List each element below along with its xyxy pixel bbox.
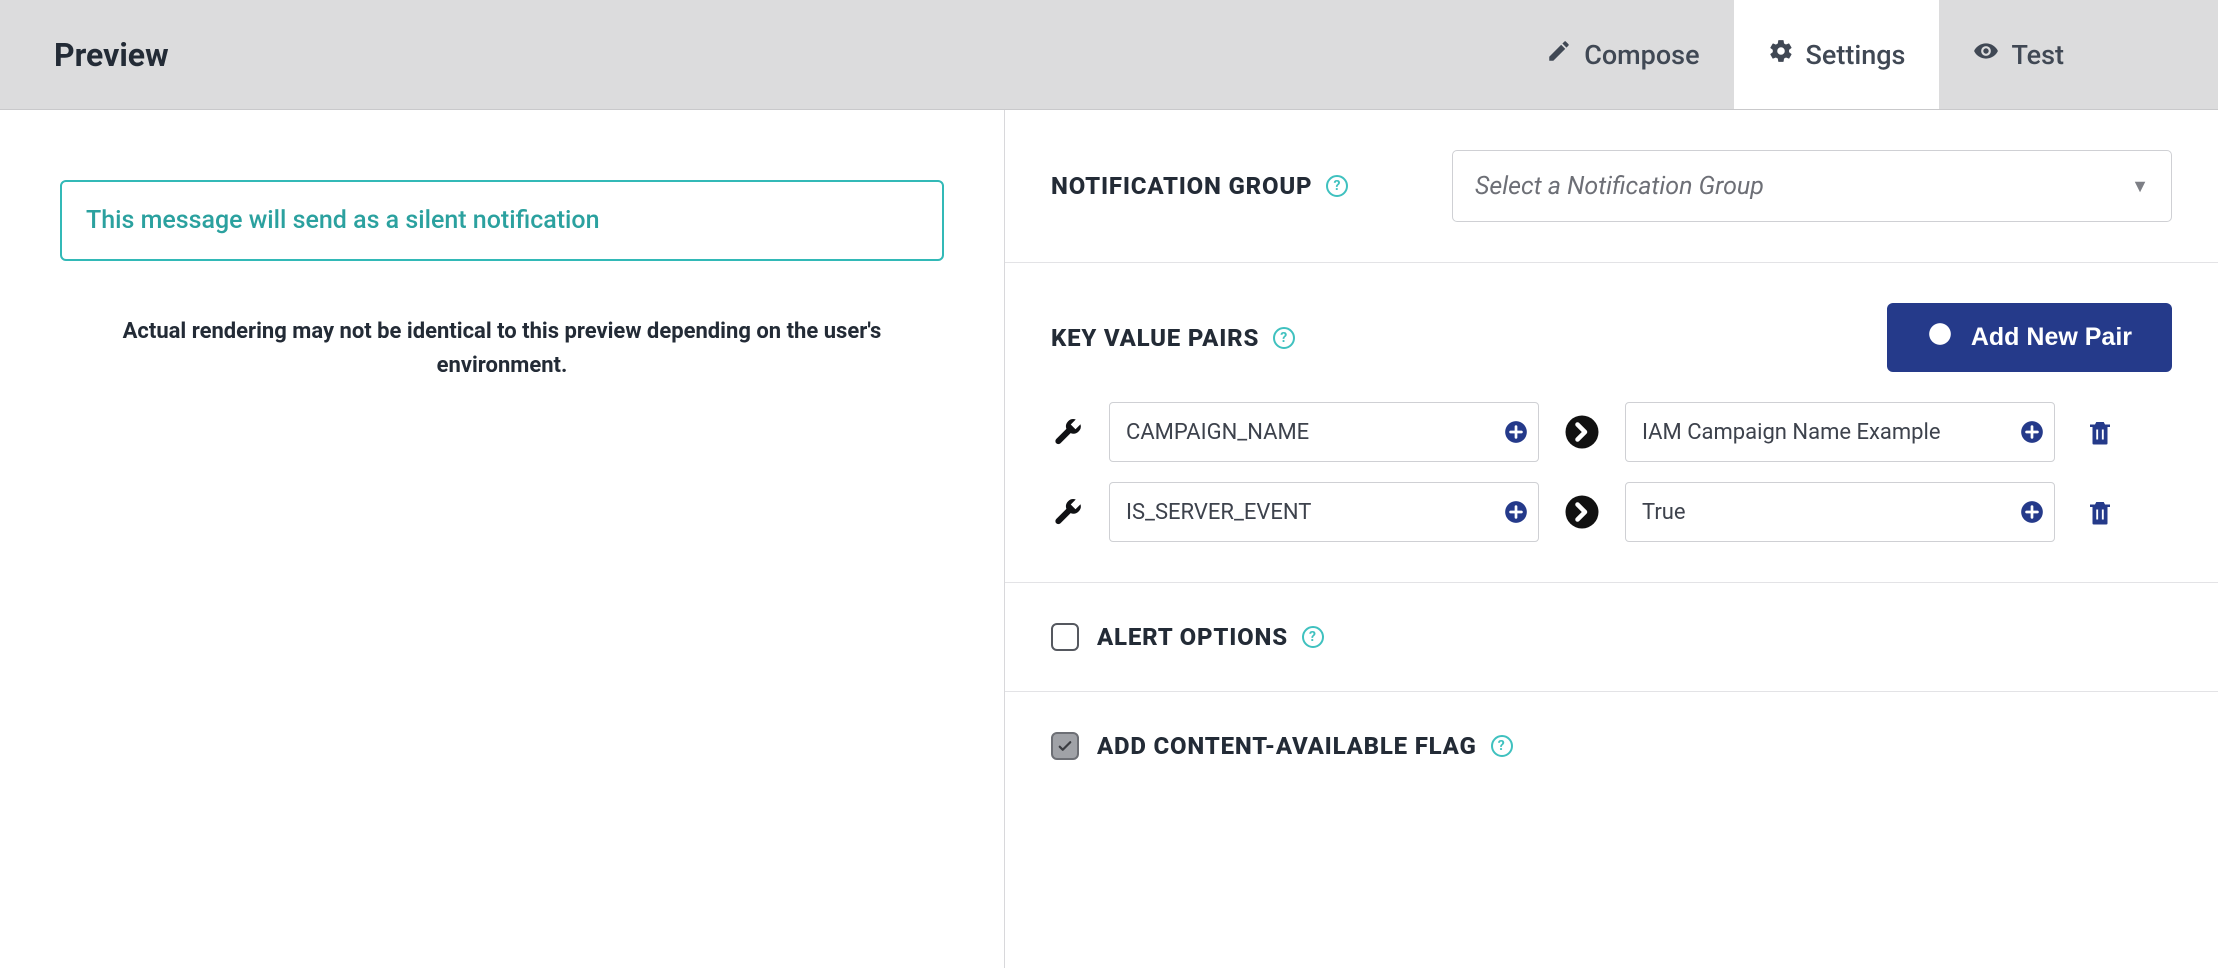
alert-options-label: ALERT OPTIONS ? <box>1097 623 1324 651</box>
notification-group-select[interactable]: Select a Notification Group ▼ <box>1452 150 2172 222</box>
gear-icon <box>1768 38 1794 71</box>
pencil-icon <box>1546 38 1572 71</box>
plus-circle-icon <box>1927 321 1953 354</box>
preview-pane: This message will send as a silent notif… <box>0 110 1005 968</box>
notification-group-label: NOTIFICATION GROUP ? <box>1051 172 1348 200</box>
delete-pair-button[interactable] <box>2085 415 2115 449</box>
plus-circle-icon[interactable] <box>1503 499 1529 525</box>
wrench-icon <box>1051 497 1085 527</box>
help-icon[interactable]: ? <box>1326 175 1348 197</box>
help-icon[interactable]: ? <box>1273 327 1295 349</box>
tab-compose[interactable]: Compose <box>1512 0 1733 109</box>
arrow-right-icon <box>1563 493 1601 531</box>
select-placeholder: Select a Notification Group <box>1475 172 1764 201</box>
key-value-pair-list <box>1051 402 2172 542</box>
tab-settings[interactable]: Settings <box>1734 0 1940 109</box>
topbar: Preview Compose Settings Test <box>0 0 2218 110</box>
help-icon[interactable]: ? <box>1491 735 1513 757</box>
key-value-pairs-section: KEY VALUE PAIRS ? Add New Pair <box>1005 263 2218 583</box>
kvp-value-input[interactable] <box>1625 402 2055 462</box>
tab-label: Test <box>2011 39 2064 71</box>
alert-options-section: ALERT OPTIONS ? <box>1005 583 2218 692</box>
content-available-section: ADD CONTENT-AVAILABLE FLAG ? <box>1005 692 2218 800</box>
add-new-pair-button[interactable]: Add New Pair <box>1887 303 2172 372</box>
plus-circle-icon[interactable] <box>2019 419 2045 445</box>
eye-icon <box>1973 38 1999 71</box>
arrow-right-icon <box>1563 413 1601 451</box>
kvp-key-input[interactable] <box>1109 482 1539 542</box>
kvp-key-input[interactable] <box>1109 402 1539 462</box>
button-label: Add New Pair <box>1971 323 2132 352</box>
silent-notification-notice: This message will send as a silent notif… <box>60 180 944 261</box>
settings-pane: NOTIFICATION GROUP ? Select a Notificati… <box>1005 110 2218 968</box>
help-icon[interactable]: ? <box>1302 626 1324 648</box>
kvp-value-input[interactable] <box>1625 482 2055 542</box>
plus-circle-icon[interactable] <box>1503 419 1529 445</box>
key-value-pair-row <box>1051 402 2172 462</box>
tab-label: Compose <box>1584 39 1699 71</box>
tab-label: Settings <box>1806 39 1906 71</box>
key-value-pairs-label: KEY VALUE PAIRS ? <box>1051 324 1295 352</box>
tabs: Compose Settings Test <box>1512 0 2218 109</box>
content-available-checkbox[interactable] <box>1051 732 1079 760</box>
plus-circle-icon[interactable] <box>2019 499 2045 525</box>
notification-group-section: NOTIFICATION GROUP ? Select a Notificati… <box>1005 110 2218 263</box>
wrench-icon <box>1051 417 1085 447</box>
content-available-label: ADD CONTENT-AVAILABLE FLAG ? <box>1097 732 1513 760</box>
delete-pair-button[interactable] <box>2085 495 2115 529</box>
page-title: Preview <box>0 0 1512 109</box>
alert-options-checkbox[interactable] <box>1051 623 1079 651</box>
key-value-pair-row <box>1051 482 2172 542</box>
tab-test[interactable]: Test <box>1939 0 2098 109</box>
caret-down-icon: ▼ <box>2131 176 2149 197</box>
preview-disclaimer: Actual rendering may not be identical to… <box>60 315 944 383</box>
